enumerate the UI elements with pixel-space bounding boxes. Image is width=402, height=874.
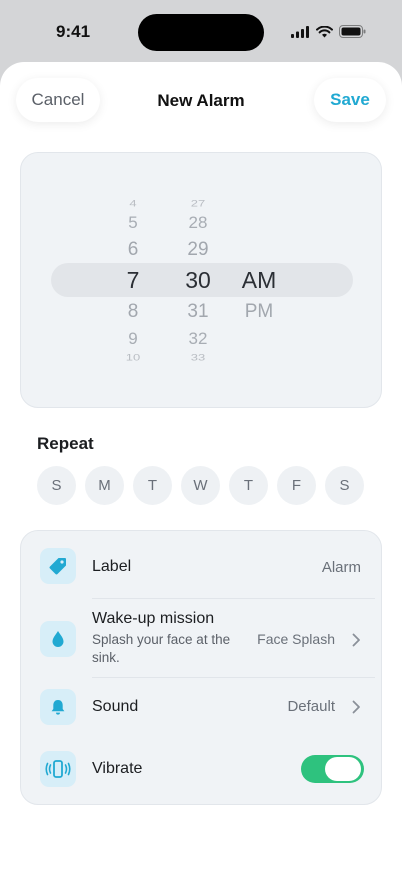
alarm-settings-card: Label Alarm Wake-up mission Splash your … [20,530,382,805]
wifi-icon [316,25,333,37]
minute-option[interactable]: 32 [168,330,228,347]
hour-option[interactable]: 5 [103,214,163,231]
label-row-value: Alarm [321,559,361,576]
minute-option[interactable]: 33 [168,352,228,361]
battery-icon [339,25,366,38]
repeat-days: S M T W T F S [37,466,364,505]
mission-row-value: Face Splash [257,631,335,647]
period-option[interactable]: PM [229,302,289,321]
new-alarm-sheet: Cancel New Alarm Save 4 5 6 7 8 9 10 27 28 29 30 3… [0,62,402,874]
bell-icon [40,689,76,725]
signal-icon [291,25,309,38]
minute-option[interactable]: 31 [168,302,228,321]
hour-wheel[interactable]: 4 5 6 7 8 9 10 [103,153,163,407]
minute-option[interactable]: 29 [168,240,228,259]
chevron-right-icon [352,700,360,714]
minute-selected[interactable]: 30 [168,268,228,292]
status-icons [291,25,366,38]
day-toggle-thursday[interactable]: T [229,466,268,505]
vibrate-toggle[interactable] [301,755,364,783]
status-time: 9:41 [56,22,91,41]
minute-option[interactable]: 28 [168,214,228,231]
label-row-title: Label [92,558,132,575]
phone-vibrate-icon [40,751,76,787]
hour-option[interactable]: 9 [103,330,163,347]
water-drop-icon [40,621,76,657]
day-toggle-monday[interactable]: M [85,466,124,505]
sound-row-title: Sound [92,698,139,715]
hour-option[interactable]: 6 [103,240,163,259]
repeat-heading: Repeat [37,434,94,453]
period-selected[interactable]: AM [229,268,289,292]
wake-up-mission-row[interactable]: Wake-up mission Splash your face at the … [21,599,381,677]
mission-row-title: Wake-up mission [92,610,215,627]
tag-icon [40,548,76,584]
hour-selected[interactable]: 7 [103,268,163,292]
day-toggle-tuesday[interactable]: T [133,466,172,505]
dynamic-island [138,14,264,51]
label-row[interactable]: Label Alarm [21,531,381,601]
day-toggle-friday[interactable]: F [277,466,316,505]
day-toggle-wednesday[interactable]: W [181,466,220,505]
chevron-right-icon [352,633,360,647]
hour-option[interactable]: 4 [103,198,163,207]
minute-option[interactable]: 27 [168,198,228,207]
vibrate-row: Vibrate [21,744,381,804]
status-bar: 9:41 [0,0,402,62]
toggle-knob [325,757,361,781]
hour-option[interactable]: 8 [103,302,163,321]
hour-option[interactable]: 10 [103,352,163,361]
sound-row[interactable]: Sound Default [21,678,381,744]
sound-row-value: Default [287,698,335,715]
minute-wheel[interactable]: 27 28 29 30 31 32 33 [168,153,228,407]
day-toggle-saturday[interactable]: S [325,466,364,505]
time-picker: 4 5 6 7 8 9 10 27 28 29 30 31 32 33 AM PM [20,152,382,408]
save-button[interactable]: Save [314,78,386,122]
day-toggle-sunday[interactable]: S [37,466,76,505]
period-wheel[interactable]: AM PM [229,153,289,407]
mission-row-subtitle: Splash your face at the sink. [92,632,231,665]
vibrate-row-title: Vibrate [92,760,143,777]
